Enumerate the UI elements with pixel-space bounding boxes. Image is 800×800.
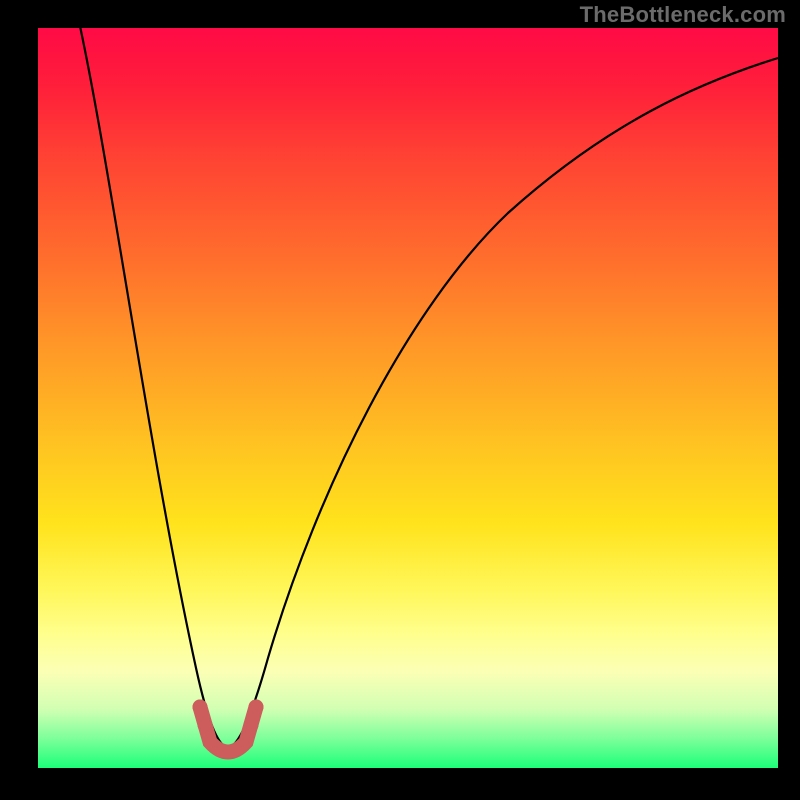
marker-dot-right-top — [249, 700, 264, 715]
marker-dot-left-top — [193, 700, 208, 715]
chart-svg — [38, 28, 778, 768]
outer-frame: TheBottleneck.com — [0, 0, 800, 800]
plot-area — [38, 28, 778, 768]
marker-dot-right-mid — [244, 718, 259, 733]
watermark-text: TheBottleneck.com — [580, 2, 786, 28]
marker-dot-left-mid — [198, 718, 213, 733]
bottleneck-curve — [76, 28, 778, 748]
